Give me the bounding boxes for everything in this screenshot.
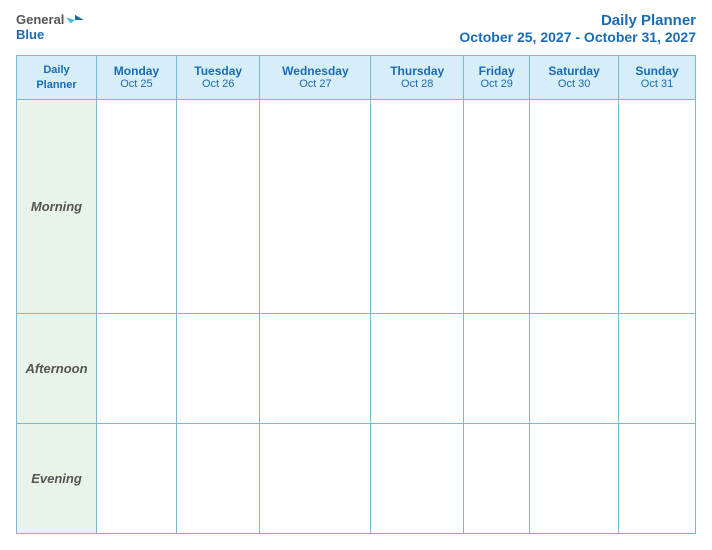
row-morning: Morning bbox=[17, 99, 696, 313]
calendar-subtitle: October 25, 2027 - October 31, 2027 bbox=[459, 29, 696, 45]
header-cell-saturday: Saturday Oct 30 bbox=[530, 56, 619, 100]
logo-bird-icon bbox=[66, 13, 84, 27]
header-cell-monday: Monday Oct 25 bbox=[97, 56, 177, 100]
cell-afternoon-saturday[interactable] bbox=[530, 314, 619, 424]
cell-morning-saturday[interactable] bbox=[530, 99, 619, 313]
cell-afternoon-monday[interactable] bbox=[97, 314, 177, 424]
logo: General bbox=[16, 12, 84, 27]
cell-evening-monday[interactable] bbox=[97, 424, 177, 534]
header-cell-thursday: Thursday Oct 28 bbox=[371, 56, 464, 100]
cell-morning-sunday[interactable] bbox=[618, 99, 695, 313]
cell-afternoon-tuesday[interactable] bbox=[176, 314, 260, 424]
row-label-morning: Morning bbox=[17, 99, 97, 313]
header-cell-label: DailyPlanner bbox=[17, 56, 97, 100]
cell-morning-friday[interactable] bbox=[464, 99, 530, 313]
cell-evening-wednesday[interactable] bbox=[260, 424, 371, 534]
cell-afternoon-thursday[interactable] bbox=[371, 314, 464, 424]
daily-planner-header-label: DailyPlanner bbox=[36, 64, 76, 91]
cell-morning-tuesday[interactable] bbox=[176, 99, 260, 313]
row-evening: Evening bbox=[17, 424, 696, 534]
cell-evening-saturday[interactable] bbox=[530, 424, 619, 534]
header-cell-sunday: Sunday Oct 31 bbox=[618, 56, 695, 100]
logo-general-text: General bbox=[16, 12, 64, 27]
row-label-evening: Evening bbox=[17, 424, 97, 534]
cell-morning-wednesday[interactable] bbox=[260, 99, 371, 313]
title-area: Daily Planner October 25, 2027 - October… bbox=[459, 12, 696, 45]
cell-afternoon-friday[interactable] bbox=[464, 314, 530, 424]
calendar-table: DailyPlanner Monday Oct 25 Tuesday Oct 2… bbox=[16, 55, 696, 534]
header-cell-tuesday: Tuesday Oct 26 bbox=[176, 56, 260, 100]
page-header: General Blue Daily Planner October 25, 2… bbox=[16, 12, 696, 45]
cell-evening-tuesday[interactable] bbox=[176, 424, 260, 534]
row-label-afternoon: Afternoon bbox=[17, 314, 97, 424]
cell-morning-thursday[interactable] bbox=[371, 99, 464, 313]
cell-afternoon-wednesday[interactable] bbox=[260, 314, 371, 424]
cell-evening-friday[interactable] bbox=[464, 424, 530, 534]
cell-afternoon-sunday[interactable] bbox=[618, 314, 695, 424]
header-cell-friday: Friday Oct 29 bbox=[464, 56, 530, 100]
cell-morning-monday[interactable] bbox=[97, 99, 177, 313]
logo-blue-text: Blue bbox=[16, 27, 44, 42]
row-afternoon: Afternoon bbox=[17, 314, 696, 424]
logo-area: General Blue bbox=[16, 12, 84, 42]
cell-evening-thursday[interactable] bbox=[371, 424, 464, 534]
cell-evening-sunday[interactable] bbox=[618, 424, 695, 534]
header-cell-wednesday: Wednesday Oct 27 bbox=[260, 56, 371, 100]
calendar-title: Daily Planner bbox=[459, 12, 696, 29]
